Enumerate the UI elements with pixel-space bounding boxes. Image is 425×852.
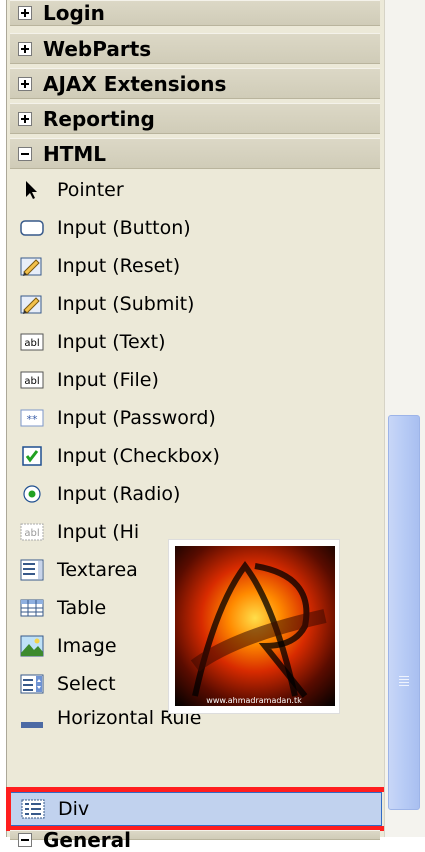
select-icon <box>20 673 44 695</box>
toolbox-item-input-checkbox[interactable]: Input (Checkbox) <box>10 437 382 475</box>
category-general[interactable]: General <box>10 828 380 852</box>
item-label: Pointer <box>57 179 124 201</box>
password-icon: ** <box>20 407 44 429</box>
radio-icon <box>20 483 44 505</box>
toolbox-item-input-button[interactable]: Input (Button) <box>10 209 382 247</box>
file-icon-text: abl <box>24 376 39 387</box>
category-label: AJAX Extensions <box>43 71 227 96</box>
hidden-icon: abl <box>20 521 44 543</box>
textbox-icon-text: abl <box>24 338 39 349</box>
toolbox-item-input-file[interactable]: abl Input (File) <box>10 361 382 399</box>
submit-icon <box>20 293 44 315</box>
collapse-icon[interactable] <box>18 146 32 161</box>
item-label: Input (Radio) <box>57 483 181 505</box>
item-label: Div <box>58 798 90 820</box>
item-label: Image <box>57 635 117 657</box>
password-icon-text: ** <box>27 413 39 426</box>
toolbox-item-input-reset[interactable]: Input (Reset) <box>10 247 382 285</box>
category-html[interactable]: HTML <box>10 138 380 169</box>
collapse-icon[interactable] <box>18 833 32 847</box>
item-label: Input (Hi <box>57 521 140 543</box>
category-label: General <box>43 828 131 852</box>
horizontal-rule-icon <box>20 707 44 729</box>
file-icon: abl <box>20 369 44 391</box>
toolbox-item-input-radio[interactable]: Input (Radio) <box>10 475 382 513</box>
logo-graphic <box>175 546 335 706</box>
expand-icon[interactable] <box>18 41 32 56</box>
category-ajax-extensions[interactable]: AJAX Extensions <box>10 68 380 99</box>
expand-icon[interactable] <box>18 6 32 20</box>
grip-icon <box>399 676 409 686</box>
pointer-icon <box>20 179 44 201</box>
watermark-logo: www.ahmadramadan.tk <box>168 539 340 714</box>
toolbox-item-input-submit[interactable]: Input (Submit) <box>10 285 382 323</box>
toolbox-item-pointer[interactable]: Pointer <box>10 171 382 209</box>
category-label: Login <box>43 1 105 25</box>
textarea-icon <box>20 559 44 581</box>
checkbox-icon <box>20 445 44 467</box>
reset-icon <box>20 255 44 277</box>
item-label: Input (File) <box>57 369 159 391</box>
category-webparts[interactable]: WebParts <box>10 33 380 64</box>
item-label: Input (Text) <box>57 331 166 353</box>
item-label: Input (Password) <box>57 407 216 429</box>
div-icon <box>21 798 45 820</box>
item-label: Select <box>57 673 116 695</box>
vertical-scrollbar[interactable] <box>384 0 425 837</box>
category-label: WebParts <box>43 36 152 61</box>
expand-icon[interactable] <box>18 76 32 91</box>
category-reporting[interactable]: Reporting <box>10 103 380 134</box>
item-label: Input (Submit) <box>57 293 195 315</box>
button-icon <box>20 217 44 239</box>
category-label: HTML <box>43 141 107 166</box>
expand-icon[interactable] <box>18 111 32 126</box>
item-label: Table <box>57 597 107 619</box>
category-login[interactable]: Login <box>10 0 380 26</box>
hidden-icon-text: abl <box>24 528 39 539</box>
toolbox-item-input-password[interactable]: ** Input (Password) <box>10 399 382 437</box>
textbox-icon: abl <box>20 331 44 353</box>
item-label: Textarea <box>57 559 138 581</box>
item-label: Input (Checkbox) <box>57 445 220 467</box>
category-label: Reporting <box>43 106 155 131</box>
scroll-thumb[interactable] <box>388 415 420 810</box>
item-label: Input (Button) <box>57 217 191 239</box>
toolbox-item-div[interactable]: Div <box>10 792 382 826</box>
logo-url-text: www.ahmadramadan.tk <box>206 696 302 705</box>
image-icon <box>20 635 44 657</box>
toolbox-item-input-text[interactable]: abl Input (Text) <box>10 323 382 361</box>
item-label: Input (Reset) <box>57 255 181 277</box>
table-icon <box>20 597 44 619</box>
